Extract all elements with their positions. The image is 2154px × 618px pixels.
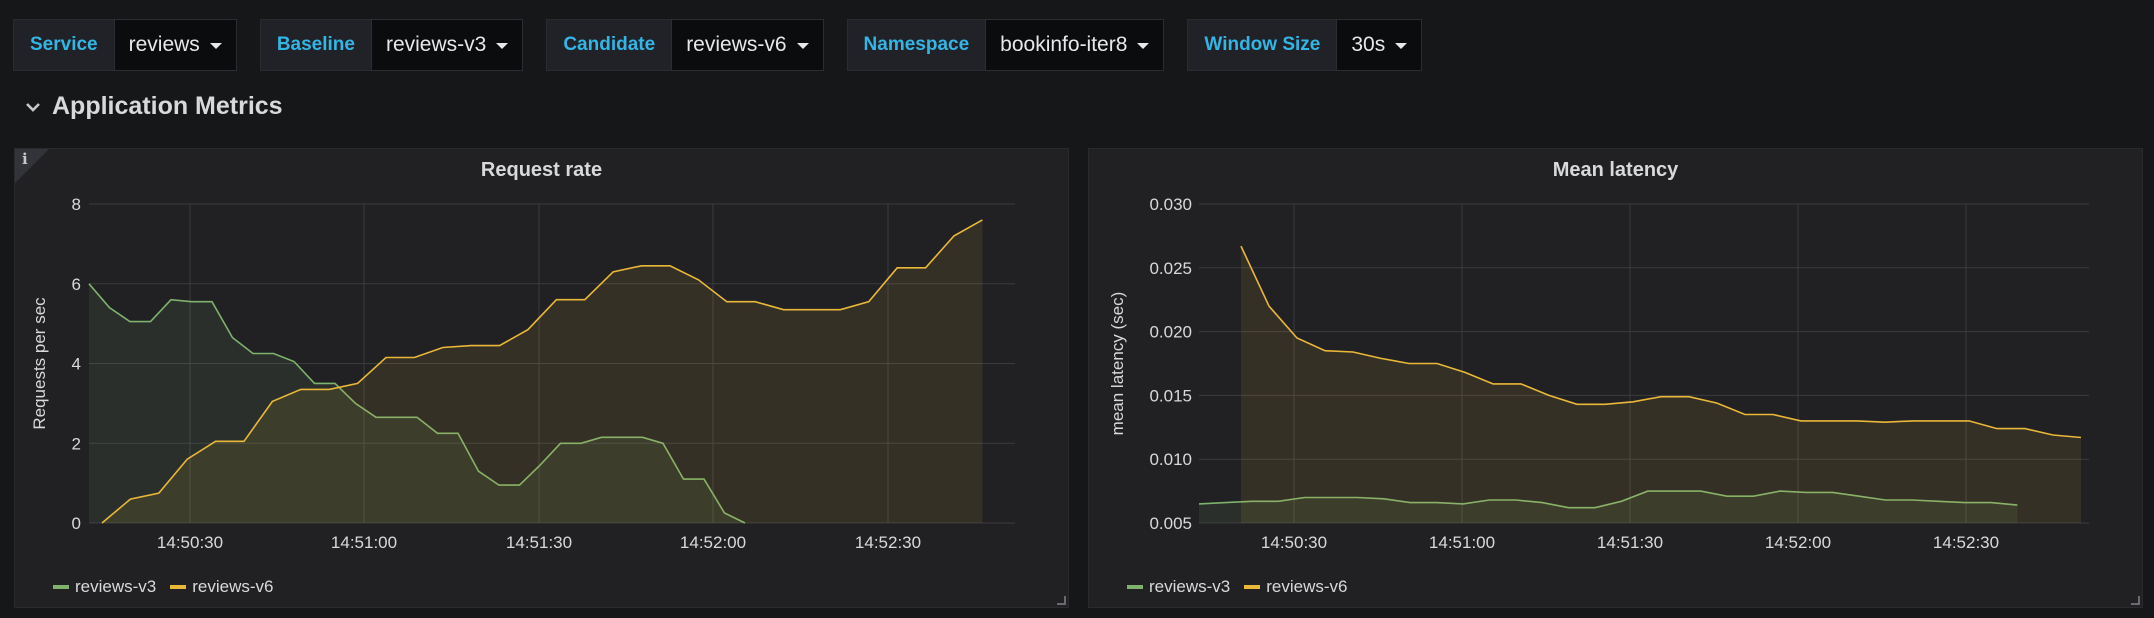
variable-bar: Service reviews Baseline reviews-v3 Cand… <box>13 19 1445 71</box>
legend-item-candidate[interactable]: reviews-v6 <box>170 577 274 597</box>
legend-swatch <box>53 585 69 589</box>
namespace-dropdown[interactable]: bookinfo-iter8 <box>985 19 1165 71</box>
series-area-reviews-v6 <box>1241 246 2081 523</box>
legend-item-baseline[interactable]: reviews-v3 <box>1127 577 1230 597</box>
legend: reviews-v3 reviews-v6 <box>53 577 288 597</box>
legend-item-baseline[interactable]: reviews-v3 <box>53 577 156 597</box>
dropdown-value: reviews <box>128 33 200 56</box>
x-tick-label: 14:51:00 <box>331 533 397 552</box>
x-tick-label: 14:50:30 <box>157 533 223 552</box>
caret-down-icon <box>1395 43 1408 49</box>
mean-latency-chart: 0.005 0.010 0.015 0.020 0.025 0.030 14:50:30 14… <box>1108 195 2089 552</box>
y-tick-label: 2 <box>72 434 81 453</box>
variable-label: Candidate <box>546 19 672 71</box>
variable-label: Baseline <box>259 19 371 71</box>
x-tick-label: 14:51:30 <box>1597 533 1663 552</box>
caret-down-icon <box>1137 43 1150 49</box>
x-tick-label: 14:52:30 <box>855 533 921 552</box>
variable-namespace: Namespace bookinfo-iter8 <box>846 19 1165 71</box>
candidate-dropdown[interactable]: reviews-v6 <box>671 19 824 71</box>
variable-label: Namespace <box>846 19 986 71</box>
y-tick-label: 8 <box>72 195 81 214</box>
resize-handle[interactable] <box>2131 596 2140 605</box>
caret-down-icon <box>796 43 809 49</box>
y-tick-label: 0.020 <box>1149 323 1192 342</box>
x-tick-label: 14:50:30 <box>1261 533 1327 552</box>
x-tick-label: 14:51:00 <box>1429 533 1495 552</box>
row-title: Application Metrics <box>52 92 283 120</box>
x-tick-label: 14:52:00 <box>1765 533 1831 552</box>
y-tick-label: 0 <box>72 514 81 533</box>
legend: reviews-v3 reviews-v6 <box>1127 577 1362 597</box>
y-tick-label: 0.010 <box>1149 450 1192 469</box>
y-axis-label: Requests per sec <box>30 297 49 430</box>
legend-swatch <box>1127 585 1143 589</box>
x-tick-label: 14:51:30 <box>506 533 572 552</box>
window-size-dropdown[interactable]: 30s <box>1336 19 1423 71</box>
variable-label: Window Size <box>1187 19 1337 71</box>
request-rate-panel: i Request rate 0 2 4 6 8 14:50:30 14:51:00 14:5… <box>14 148 1069 608</box>
chevron-down-icon <box>26 102 40 112</box>
y-tick-label: 6 <box>72 275 81 294</box>
caret-down-icon <box>209 43 222 49</box>
y-axis-label: mean latency (sec) <box>1108 292 1127 436</box>
legend-swatch <box>170 585 187 589</box>
mean-latency-panel: Mean latency 0.005 0.010 0.015 0.020 0.025 0.… <box>1088 148 2143 608</box>
y-tick-label: 0.025 <box>1149 259 1192 278</box>
x-tick-label: 14:52:00 <box>680 533 746 552</box>
resize-handle[interactable] <box>1057 596 1066 605</box>
x-tick-label: 14:52:30 <box>1933 533 1999 552</box>
dropdown-value: reviews-v3 <box>385 33 487 56</box>
request-rate-chart: 0 2 4 6 8 14:50:30 14:51:00 14:51:30 14:52:00 14:… <box>30 195 1015 552</box>
variable-service: Service reviews <box>13 19 237 71</box>
y-tick-label: 0.015 <box>1149 386 1192 405</box>
legend-swatch <box>1244 585 1261 589</box>
baseline-dropdown[interactable]: reviews-v3 <box>370 19 524 71</box>
variable-window-size: Window Size 30s <box>1187 19 1423 71</box>
dropdown-value: reviews-v6 <box>686 33 787 56</box>
variable-baseline: Baseline reviews-v3 <box>259 19 524 71</box>
variable-candidate: Candidate reviews-v6 <box>546 19 824 71</box>
y-tick-label: 4 <box>72 355 81 374</box>
y-tick-label: 0.030 <box>1149 195 1192 214</box>
caret-down-icon <box>496 43 509 49</box>
legend-item-candidate[interactable]: reviews-v6 <box>1244 577 1348 597</box>
legend-label: reviews-v6 <box>192 577 274 596</box>
legend-label: reviews-v3 <box>1149 577 1231 596</box>
legend-label: reviews-v6 <box>1266 577 1348 596</box>
row-toggle[interactable]: Application Metrics <box>24 92 283 121</box>
dropdown-value: 30s <box>1351 33 1386 56</box>
dropdown-value: bookinfo-iter8 <box>1000 33 1128 56</box>
legend-label: reviews-v3 <box>75 577 157 596</box>
y-tick-label: 0.005 <box>1149 514 1192 533</box>
service-dropdown[interactable]: reviews <box>113 19 237 71</box>
variable-label: Service <box>13 19 114 71</box>
